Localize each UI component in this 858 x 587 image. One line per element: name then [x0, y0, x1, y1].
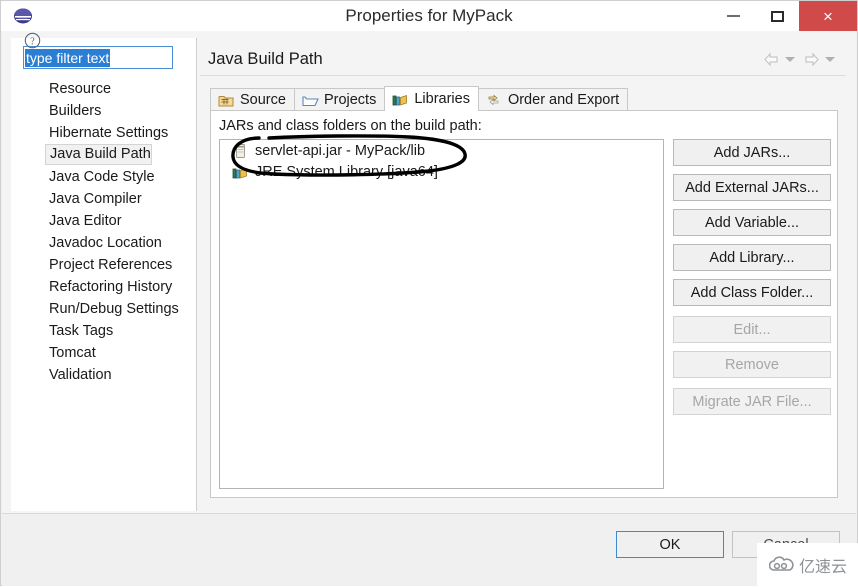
title-divider — [200, 75, 846, 76]
svg-text:?: ? — [30, 36, 35, 47]
build-path-list[interactable]: servlet-api.jar - MyPack/lib JRE System … — [219, 139, 664, 489]
settings-page-pane: Java Build Path Sou — [198, 38, 848, 511]
maximize-button[interactable] — [755, 1, 799, 31]
jar-icon — [232, 143, 249, 159]
sidebar-item-java-build-path-row: Java Build Path — [11, 144, 197, 166]
sidebar-item-java-code-style[interactable]: Java Code Style — [11, 166, 197, 188]
add-jars-button[interactable]: Add JARs... — [673, 139, 831, 166]
watermark-text: 亿速云 — [799, 553, 847, 577]
add-class-folder-button[interactable]: Add Class Folder... — [673, 279, 831, 306]
remove-button: Remove — [673, 351, 831, 378]
edit-button: Edit... — [673, 316, 831, 343]
add-variable-button[interactable]: Add Variable... — [673, 209, 831, 236]
libraries-tab-panel: JARs and class folders on the build path… — [210, 110, 838, 498]
sidebar-item-javadoc-location[interactable]: Javadoc Location — [11, 232, 197, 254]
properties-dialog: Properties for MyPack × type filter text… — [0, 0, 858, 586]
watermark: 亿速云 — [757, 543, 858, 587]
sidebar-item-java-compiler[interactable]: Java Compiler — [11, 188, 197, 210]
dialog-body: type filter text Resource Builders Hiber… — [2, 31, 856, 513]
cloud-logo-icon — [769, 555, 795, 575]
filter-input[interactable]: type filter text — [23, 46, 173, 69]
list-item-label: servlet-api.jar - MyPack/lib — [255, 143, 425, 159]
source-folder-icon — [218, 93, 235, 108]
sidebar-item-refactoring-history[interactable]: Refactoring History — [11, 276, 197, 298]
add-library-button[interactable]: Add Library... — [673, 244, 831, 271]
window-controls: × — [711, 1, 857, 31]
tab-projects[interactable]: Projects — [294, 88, 385, 111]
title-bar: Properties for MyPack × — [1, 1, 857, 31]
sidebar-item-validation[interactable]: Validation — [11, 364, 197, 386]
tab-order-and-export[interactable]: Order and Export — [478, 88, 628, 111]
filter-input-value: type filter text — [25, 49, 110, 67]
tab-source-label: Source — [240, 92, 286, 108]
tab-libraries-label: Libraries — [414, 91, 470, 107]
back-arrow-icon[interactable] — [763, 52, 780, 67]
forward-arrow-icon[interactable] — [803, 52, 820, 67]
tab-strip: Source Projects Libraries — [210, 86, 627, 111]
library-actions: Add JARs... Add External JARs... Add Var… — [673, 139, 831, 423]
settings-tree: Resource Builders Hibernate Settings Jav… — [11, 78, 197, 386]
sidebar-item-resource[interactable]: Resource — [11, 78, 197, 100]
sidebar-item-task-tags[interactable]: Task Tags — [11, 320, 197, 342]
back-chevron-down-icon[interactable] — [785, 57, 795, 62]
order-export-icon — [486, 93, 503, 108]
libraries-books-icon — [392, 92, 409, 107]
sidebar-item-tomcat[interactable]: Tomcat — [11, 342, 197, 364]
dialog-footer — [2, 513, 856, 586]
sidebar-item-java-editor[interactable]: Java Editor — [11, 210, 197, 232]
migrate-jar-file-button: Migrate JAR File... — [673, 388, 831, 415]
help-question-icon[interactable]: ? — [24, 32, 41, 49]
history-navigation — [763, 52, 838, 67]
projects-folder-icon — [302, 93, 319, 108]
sidebar-item-hibernate-settings[interactable]: Hibernate Settings — [11, 122, 197, 144]
sidebar-item-run-debug-settings[interactable]: Run/Debug Settings — [11, 298, 197, 320]
maximize-icon — [771, 11, 784, 22]
forward-chevron-down-icon[interactable] — [825, 57, 835, 62]
tab-order-and-export-label: Order and Export — [508, 92, 619, 108]
close-icon: × — [823, 8, 833, 25]
tab-libraries[interactable]: Libraries — [384, 86, 479, 111]
tab-source[interactable]: Source — [210, 88, 295, 111]
tab-projects-label: Projects — [324, 92, 376, 108]
jre-library-icon — [232, 164, 249, 180]
sidebar-item-builders[interactable]: Builders — [11, 100, 197, 122]
sidebar-item-java-build-path[interactable]: Java Build Path — [45, 144, 152, 165]
add-external-jars-button[interactable]: Add External JARs... — [673, 174, 831, 201]
settings-tree-pane: type filter text Resource Builders Hiber… — [11, 38, 197, 511]
minimize-button[interactable] — [711, 1, 755, 31]
minimize-icon — [727, 15, 740, 17]
page-title: Java Build Path — [208, 50, 323, 69]
close-button[interactable]: × — [799, 1, 857, 31]
list-item[interactable]: servlet-api.jar - MyPack/lib — [220, 140, 663, 161]
list-item[interactable]: JRE System Library [java64] — [220, 161, 663, 182]
sidebar-item-project-references[interactable]: Project References — [11, 254, 197, 276]
panel-label: JARs and class folders on the build path… — [219, 118, 482, 134]
ok-button[interactable]: OK — [616, 531, 724, 558]
list-item-label: JRE System Library [java64] — [255, 164, 438, 180]
